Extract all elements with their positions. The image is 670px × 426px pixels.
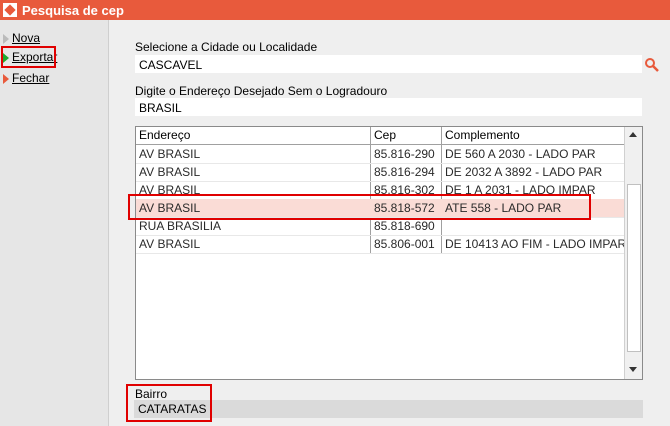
search-icon [645, 58, 659, 72]
main-panel: Selecione a Cidade ou Localidade CASCAVE… [109, 20, 670, 426]
cell-complemento: DE 1 A 2031 - LADO IMPAR [445, 183, 596, 197]
window-title: Pesquisa de cep [22, 3, 124, 18]
cell-endereco: AV BRASIL [139, 165, 201, 179]
sidebar: Nova Exportar Fechar [0, 20, 109, 426]
title-bar: Pesquisa de cep [0, 0, 670, 20]
cell-complemento: DE 10413 AO FIM - LADO IMPAR [445, 237, 627, 251]
grid-header: Endereço Cep Complemento [136, 127, 624, 145]
sidebar-item-exportar[interactable]: Exportar [2, 49, 57, 66]
table-row[interactable]: AV BRASIL 85.816-302 DE 1 A 2031 - LADO … [136, 181, 624, 200]
cell-cep: 85.806-001 [374, 237, 435, 251]
table-row[interactable]: AV BRASIL 85.816-290 DE 560 A 2030 - LAD… [136, 145, 624, 164]
sidebar-item-label: Nova [12, 31, 41, 45]
cell-complemento: DE 560 A 2030 - LADO PAR [445, 147, 596, 161]
table-row[interactable]: RUA BRASILIA 85.818-690 [136, 217, 624, 236]
sidebar-item-nova[interactable]: Nova [2, 30, 40, 47]
cell-endereco: AV BRASIL [139, 147, 201, 161]
arrow-right-icon [3, 53, 9, 63]
cell-cep: 85.818-572 [374, 201, 435, 215]
table-row-selected[interactable]: AV BRASIL 85.818-572 ATE 558 - LADO PAR [136, 199, 624, 218]
arrow-right-icon [3, 34, 9, 44]
cidade-label: Selecione a Cidade ou Localidade [135, 40, 318, 54]
sidebar-item-label: Exportar [12, 50, 58, 64]
scroll-up-button[interactable] [625, 127, 642, 144]
cell-cep: 85.818-690 [374, 219, 435, 233]
chevron-down-icon [629, 367, 637, 372]
table-row[interactable]: AV BRASIL 85.806-001 DE 10413 AO FIM - L… [136, 235, 627, 254]
endereco-input[interactable]: BRASIL [135, 98, 642, 116]
chevron-up-icon [629, 132, 637, 137]
cell-cep: 85.816-294 [374, 165, 435, 179]
scroll-down-button[interactable] [625, 361, 642, 378]
search-button[interactable] [644, 57, 660, 73]
bairro-label: Bairro [135, 387, 168, 401]
cell-cep: 85.816-290 [374, 147, 435, 161]
cell-endereco: AV BRASIL [139, 183, 201, 197]
cell-complemento: ATE 558 - LADO PAR [445, 201, 562, 215]
bairro-field: CATARATAS [134, 400, 643, 418]
cell-endereco: AV BRASIL [139, 237, 201, 251]
endereco-label: Digite o Endereço Desejado Sem o Logrado… [135, 84, 388, 98]
results-grid: Endereço Cep Complemento AV BRASIL 85.81… [135, 126, 643, 380]
cell-complemento: DE 2032 A 3892 - LADO PAR [445, 165, 603, 179]
column-header-cep[interactable]: Cep [374, 128, 396, 142]
vertical-scrollbar[interactable] [624, 127, 642, 379]
cell-endereco: AV BRASIL [139, 201, 201, 215]
column-header-complemento[interactable]: Complemento [445, 128, 520, 142]
column-header-endereco[interactable]: Endereço [139, 128, 190, 142]
sidebar-item-fechar[interactable]: Fechar [2, 70, 49, 87]
app-logo-icon [3, 3, 17, 17]
scrollbar-thumb[interactable] [627, 184, 641, 352]
table-row[interactable]: AV BRASIL 85.816-294 DE 2032 A 3892 - LA… [136, 163, 624, 182]
cidade-input[interactable]: CASCAVEL [135, 55, 642, 73]
cell-endereco: RUA BRASILIA [139, 219, 222, 233]
cell-cep: 85.816-302 [374, 183, 435, 197]
arrow-right-icon [3, 74, 9, 84]
sidebar-item-label: Fechar [12, 71, 50, 85]
